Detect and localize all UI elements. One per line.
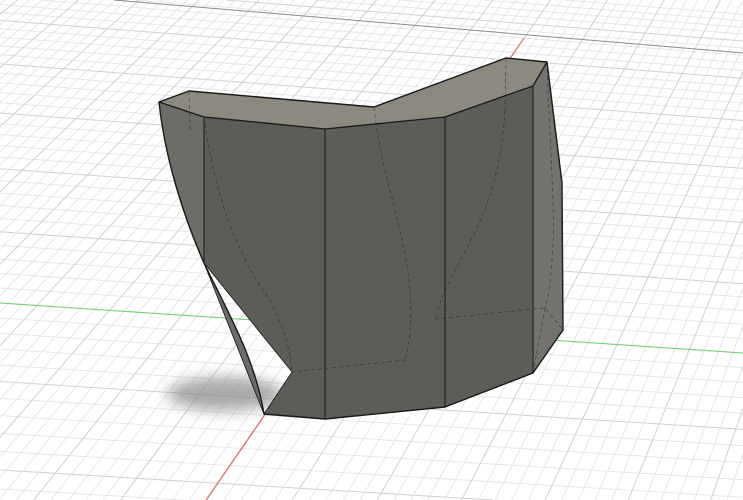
grid-line: [314, 0, 743, 35]
3d-model-body[interactable]: [158, 57, 564, 420]
3d-viewport[interactable]: [0, 0, 743, 500]
right-face: [532, 61, 564, 374]
grid-line: [0, 11, 743, 71]
grid-line: [0, 0, 6, 5]
grid-line: [644, 251, 743, 500]
grid-line: [0, 451, 743, 498]
grid-line: [483, 0, 743, 22]
grid-line: [0, 432, 743, 481]
grid-line: [726, 453, 743, 500]
front-face-center: [324, 116, 446, 420]
model-shadow: [167, 377, 283, 411]
grid-line: [0, 415, 743, 463]
grid-line: [693, 365, 743, 500]
grid-line: [611, 185, 743, 500]
front-face-right: [444, 85, 534, 408]
grid-line: [594, 154, 743, 500]
grid-line: [0, 469, 493, 500]
grid-line: [0, 36, 743, 95]
front-face-left: [203, 116, 326, 420]
grid-line: [0, 488, 184, 500]
grid-line: [710, 408, 743, 500]
